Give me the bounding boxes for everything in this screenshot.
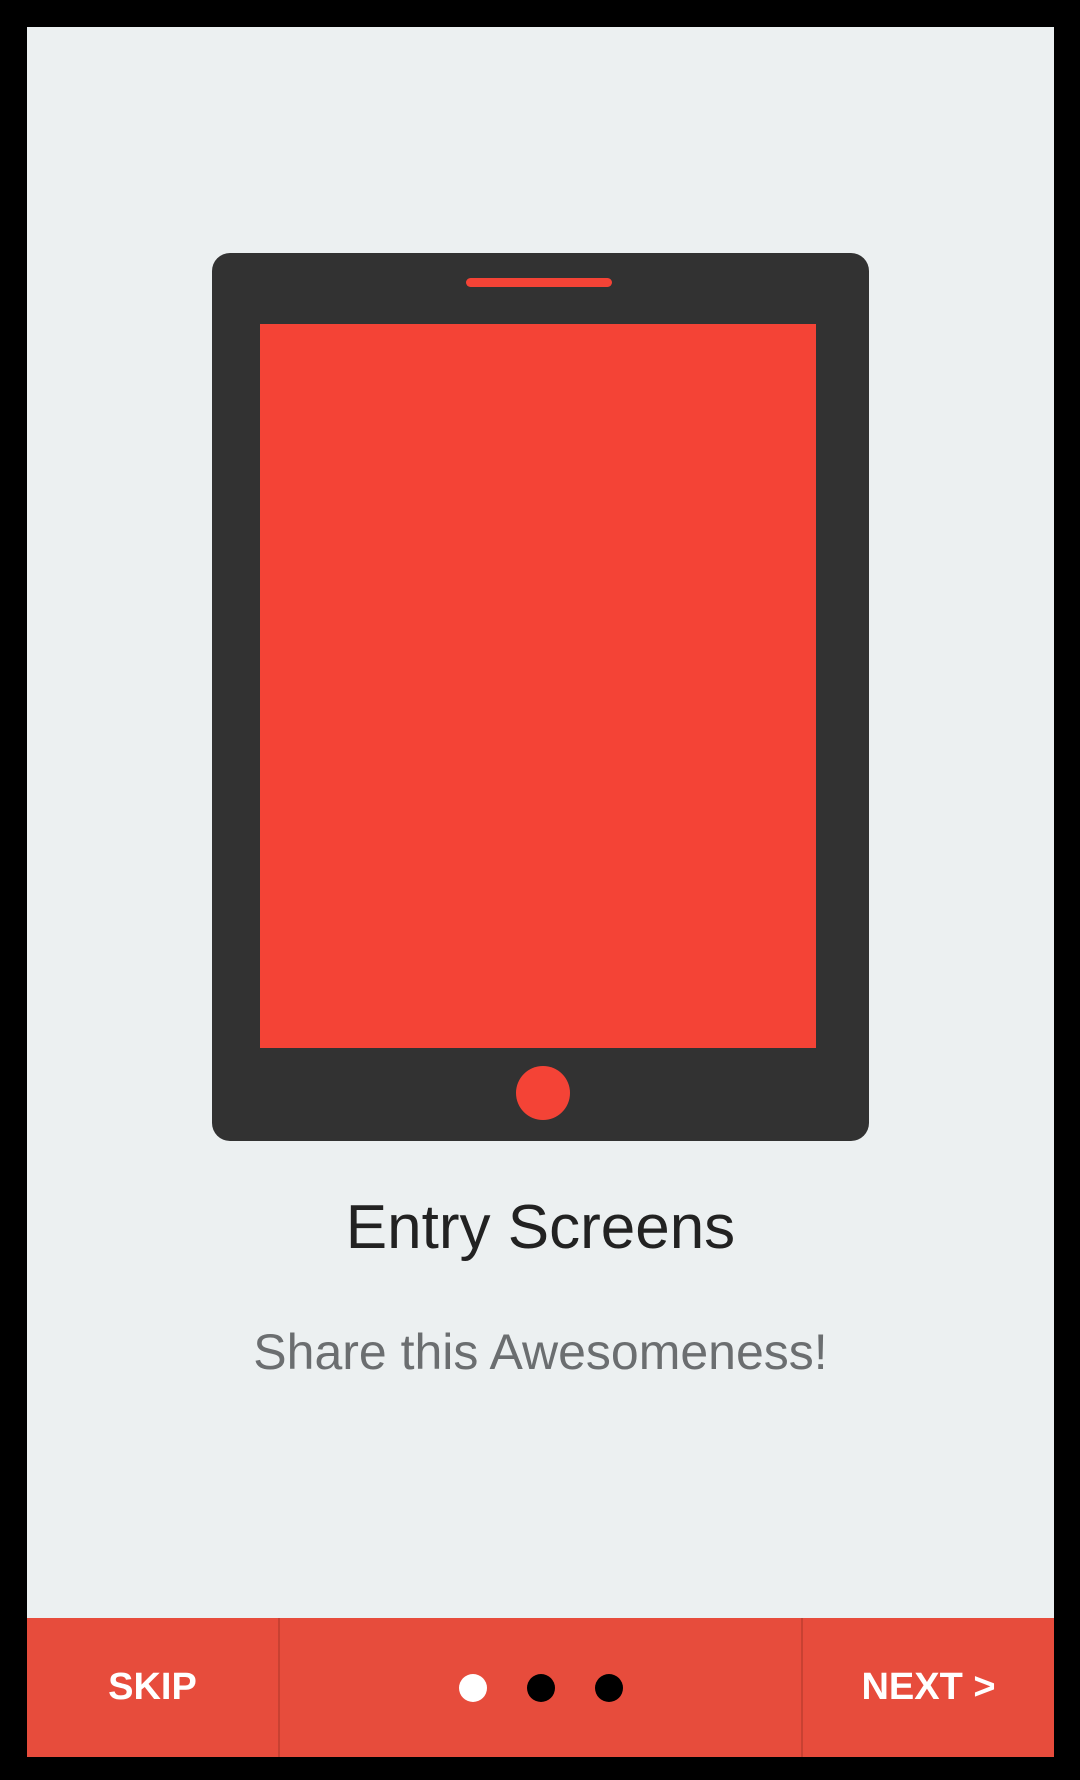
- skip-button[interactable]: SKIP: [27, 1618, 280, 1757]
- onboarding-screen: Entry Screens Share this Awesomeness! SK…: [27, 27, 1054, 1757]
- page-indicator: [280, 1618, 801, 1757]
- slide-subtitle: Share this Awesomeness!: [253, 1324, 828, 1380]
- page-dot-2[interactable]: [526, 1673, 555, 1702]
- tablet-icon: [212, 253, 869, 1141]
- page-dot-1[interactable]: [458, 1673, 487, 1702]
- bottom-navigation-bar: SKIP NEXT >: [27, 1618, 1054, 1757]
- next-button[interactable]: NEXT >: [801, 1618, 1054, 1757]
- slide-title: Entry Screens: [345, 1193, 736, 1262]
- page-dot-3[interactable]: [594, 1673, 623, 1702]
